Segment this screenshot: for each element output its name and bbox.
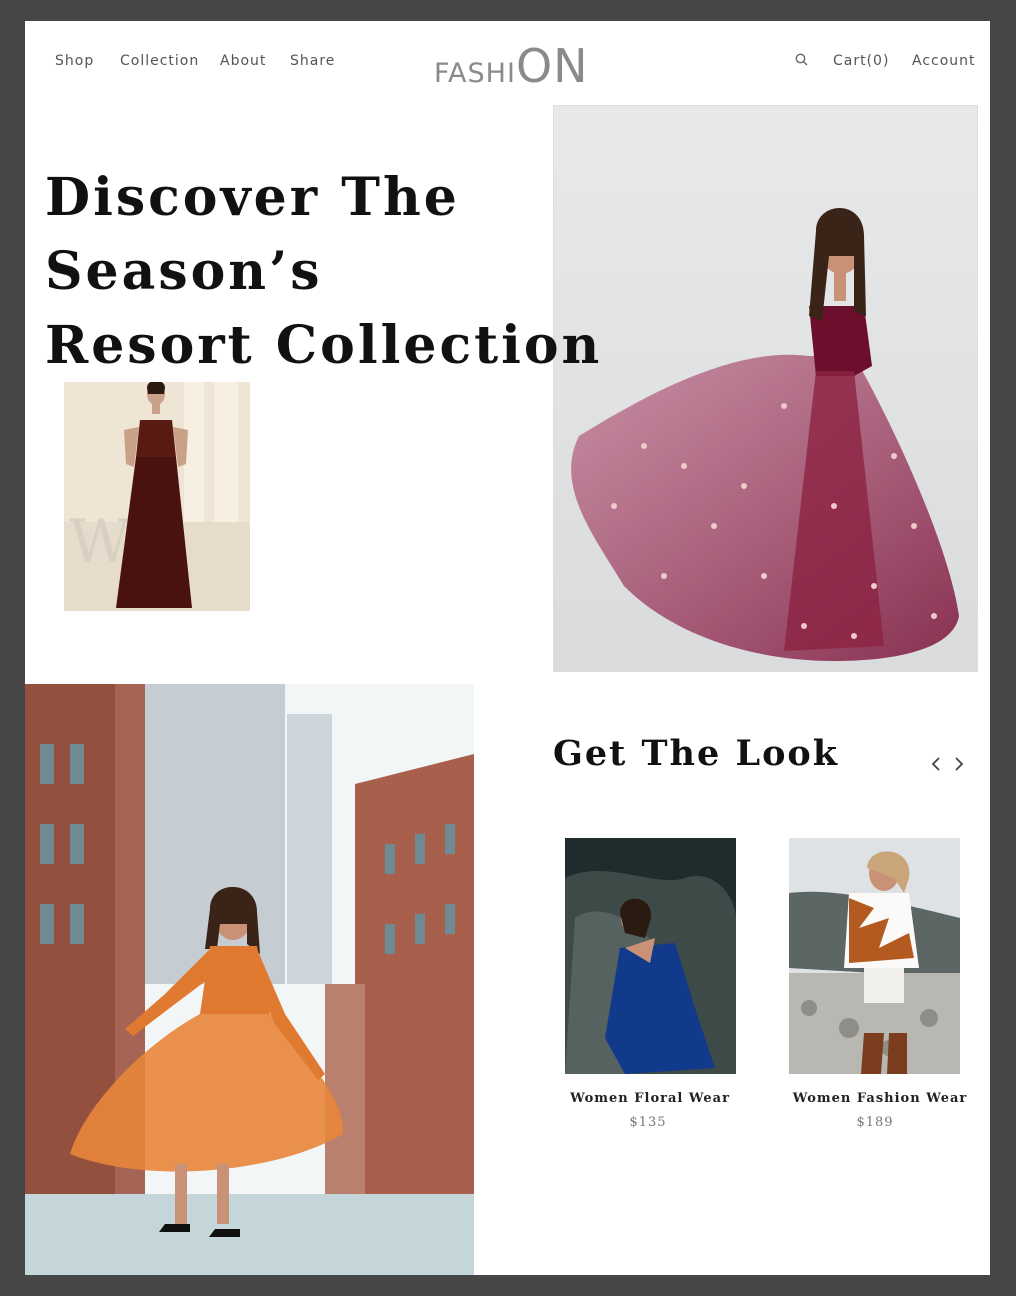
- nav-collection-link[interactable]: Collection: [120, 53, 199, 69]
- hero-title-line-2: Resort Collection: [45, 315, 603, 376]
- product-image-1[interactable]: [565, 838, 736, 1074]
- orange-lace-dress-photo: [25, 684, 474, 1275]
- search-button[interactable]: [794, 52, 810, 68]
- logo-text-large: ON: [515, 39, 589, 93]
- product-name-2[interactable]: Women Fashion Wear: [770, 1091, 990, 1106]
- nav-about-link[interactable]: About: [220, 53, 266, 69]
- product-name-1[interactable]: Women Floral Wear: [540, 1091, 760, 1106]
- collection-thumbnail-image[interactable]: W: [64, 382, 250, 611]
- nav-share-link[interactable]: Share: [290, 53, 335, 69]
- hero-title-line-1: Discover The Season’s: [45, 167, 460, 302]
- hero-title: Discover The Season’s Resort Collection: [45, 161, 745, 383]
- nav-shop-link[interactable]: Shop: [55, 53, 94, 69]
- chevron-right-icon: [955, 757, 964, 771]
- brand-logo[interactable]: FASHION: [434, 39, 589, 93]
- carousel-prev-button[interactable]: [930, 755, 944, 773]
- product-price-1: $135: [629, 1115, 667, 1130]
- product-price-2: $189: [856, 1115, 894, 1130]
- carousel-next-button[interactable]: [951, 755, 965, 773]
- product-image-2[interactable]: [789, 838, 960, 1074]
- brown-gown-photo: W: [64, 382, 250, 611]
- account-link[interactable]: Account: [912, 53, 976, 69]
- striped-sweater-photo: [789, 838, 960, 1074]
- page: Shop Collection About Share FASHION Cart…: [25, 21, 990, 1275]
- logo-text-small: FASHI: [434, 58, 516, 89]
- search-icon: [795, 53, 808, 66]
- blue-dress-photo: [565, 838, 736, 1074]
- get-the-look-title: Get The Look: [553, 733, 840, 774]
- chevron-left-icon: [931, 757, 940, 771]
- cart-link[interactable]: Cart(0): [833, 53, 889, 69]
- street-style-image[interactable]: [25, 684, 474, 1275]
